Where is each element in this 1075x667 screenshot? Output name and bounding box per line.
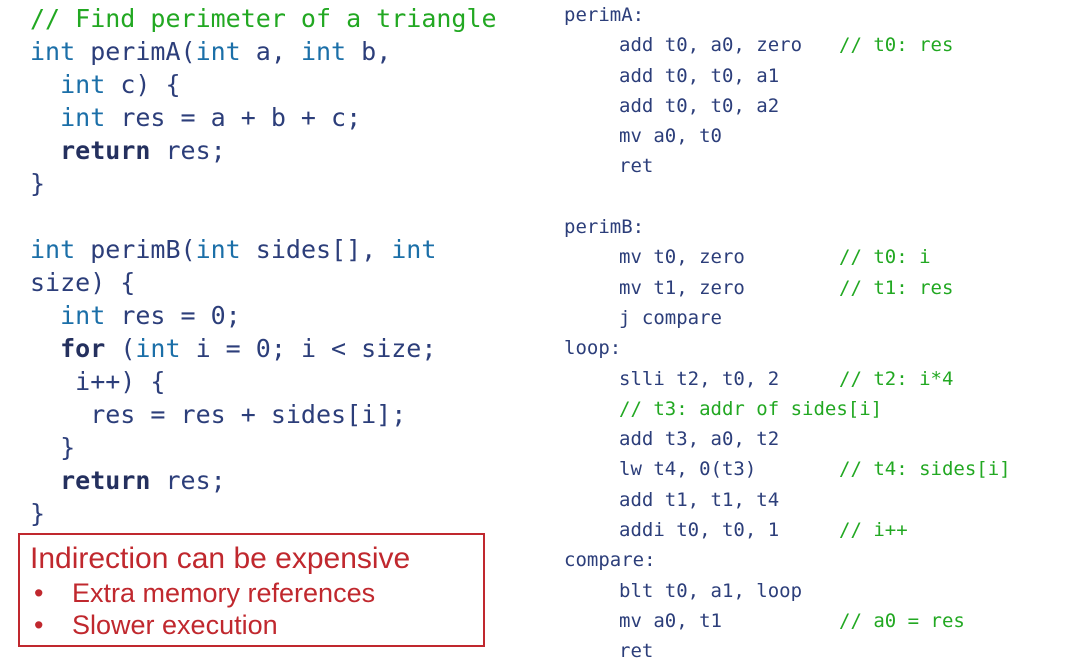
c-code-line [30, 200, 497, 233]
code-keyword: int [30, 235, 76, 264]
c-code-line: int perimA(int a, int b, [30, 35, 497, 68]
asm-comment: // t0: res [839, 34, 954, 57]
code-text: res; [150, 466, 226, 495]
asm-instruction: add t0, t0, a2 [619, 94, 780, 117]
bullet-icon: • [34, 578, 44, 608]
code-text: } [30, 433, 76, 462]
asm-instruction: blt t0, a1, loop [619, 579, 803, 602]
c-code-line: return res; [30, 464, 497, 497]
asm-instruction: mv a0, t1 [619, 609, 722, 632]
code-text: c) { [105, 70, 181, 99]
c-code-line: size) { [30, 266, 497, 299]
asm-instruction: lw t4, 0(t3) [619, 458, 757, 481]
code-keyword: return [60, 466, 151, 495]
c-code-line: return res; [30, 134, 497, 167]
callout-item: • Slower execution [30, 609, 473, 641]
asm-instruction: j compare [619, 306, 722, 329]
asm-label: perimB: [564, 216, 645, 239]
c-code-line: } [30, 497, 497, 530]
c-code-line: int c) { [30, 68, 497, 101]
asm-comment: // a0 = res [839, 609, 965, 632]
asm-instruction: mv t1, zero [619, 276, 745, 299]
code-keyword: int [60, 70, 106, 99]
code-comment: // Find perimeter of a triangle [30, 4, 497, 33]
code-keyword: int [195, 37, 241, 66]
asm-label: perimA: [564, 4, 645, 26]
asm-instruction: ret [619, 155, 654, 178]
code-text: perimA( [75, 37, 196, 66]
asm-instruction: mv t0, zero [619, 246, 745, 269]
code-text: res = res + sides[i]; [30, 400, 407, 429]
c-code-line: i++) { [30, 365, 497, 398]
code-text: } [30, 169, 46, 198]
code-text: a, [240, 37, 301, 66]
c-code-line: res = res + sides[i]; [30, 398, 497, 431]
callout-item-text: Slower execution [72, 610, 278, 640]
callout-list: • Extra memory references • Slower execu… [30, 577, 473, 641]
asm-comment: // t4: sides[i] [839, 458, 1011, 481]
asm-instruction: add t3, a0, t2 [619, 428, 780, 451]
callout-title: Indirection can be expensive [30, 542, 411, 575]
code-keyword: int [300, 37, 347, 66]
c-code-line: for (int i = 0; i < size; [30, 332, 497, 365]
asm-comment: // t1: res [839, 276, 954, 299]
code-keyword: int [30, 37, 76, 66]
asm-instruction: add t0, t0, a1 [619, 64, 780, 87]
code-keyword: int [195, 235, 241, 264]
c-code-line: int res = 0; [30, 299, 497, 332]
asm-comment: // t2: i*4 [839, 367, 954, 390]
callout-item-text: Extra memory references [72, 578, 376, 608]
code-text: res; [150, 136, 226, 165]
code-keyword: return [60, 136, 151, 165]
asm-instruction: slli t2, t0, 2 [619, 367, 780, 390]
c-code-line: } [30, 167, 497, 200]
code-text: sides[], [240, 235, 392, 264]
code-text: size) { [30, 268, 136, 297]
code-keyword: for [60, 334, 106, 363]
code-text: } [30, 499, 46, 528]
c-code-line: int res = a + b + c; [30, 101, 497, 134]
c-code-line: int perimB(int sides[], int [30, 233, 497, 266]
asm-comment: // i++ [839, 519, 908, 542]
code-keyword: int [135, 334, 181, 363]
code-keyword: int [60, 103, 106, 132]
asm-instruction: add t0, a0, zero [619, 34, 803, 57]
code-keyword: int [391, 235, 437, 264]
c-source-code: // Find perimeter of a triangle int perim… [30, 2, 497, 530]
c-code-line: // Find perimeter of a triangle [30, 2, 497, 35]
asm-instruction: addi t0, t0, 1 [619, 519, 780, 542]
code-text: res = 0; [105, 301, 241, 330]
asm-comment: // t3: addr of sides[i] [619, 397, 883, 420]
code-text: ( [105, 334, 136, 363]
callout-box: Indirection can be expensive • Extra mem… [18, 533, 485, 647]
callout-item: • Extra memory references [30, 577, 473, 609]
code-keyword: int [60, 301, 106, 330]
asm-label: compare: [564, 549, 656, 572]
code-text: perimB( [75, 235, 196, 264]
c-code-line: } [30, 431, 497, 464]
asm-instruction: add t1, t1, t4 [619, 488, 780, 511]
code-text: b, [346, 37, 392, 66]
asm-instruction: ret [619, 640, 654, 663]
asm-comment: // t0: i [839, 246, 931, 269]
code-text: res = a + b + c; [105, 103, 362, 132]
asm-instruction: mv a0, t0 [619, 125, 722, 148]
bullet-icon: • [34, 610, 44, 640]
code-text: i++) { [30, 367, 166, 396]
code-text: i = 0; i < size; [180, 334, 437, 363]
asm-label: loop: [564, 337, 622, 360]
